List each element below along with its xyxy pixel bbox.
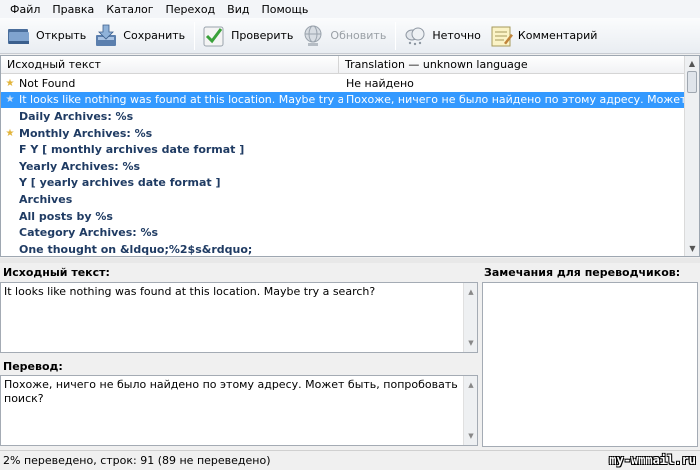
menu-view[interactable]: Вид xyxy=(221,3,255,16)
row-source-text: It looks like nothing was found at this … xyxy=(19,93,343,107)
scroll-thumb[interactable] xyxy=(687,71,697,93)
scroll-up-arrow[interactable]: ▲ xyxy=(685,56,699,71)
star-icon: ★ xyxy=(5,77,15,89)
list-row[interactable]: Yearly Archives: %s xyxy=(1,158,685,175)
row-source-text: F Y [ monthly archives date format ] xyxy=(19,143,245,157)
cloud-fuzzy-icon xyxy=(405,27,425,45)
row-source-text: One thought on &ldquo;%2$s&rdquo; xyxy=(19,242,253,256)
toolbar-separator xyxy=(395,21,397,50)
translation-text-box[interactable]: Похоже, ничего не было найдено по этому … xyxy=(0,375,478,446)
list-row[interactable]: Category Archives: %s xyxy=(1,224,685,241)
toolbar-separator xyxy=(194,21,196,50)
update-label: Обновить xyxy=(330,29,387,42)
row-translation-text: Похоже, ничего не было найдено по этому … xyxy=(346,93,685,107)
list-header: Исходный текст Translation — unknown lan… xyxy=(1,56,699,74)
translation-scrollbar[interactable]: ▲ ▼ xyxy=(463,376,477,445)
update-button[interactable]: Обновить xyxy=(298,20,391,52)
notes-text-box[interactable] xyxy=(482,282,698,447)
list-row[interactable]: F Y [ monthly archives date format ] xyxy=(1,141,685,158)
row-translation-text: Не найдено xyxy=(346,76,414,90)
row-source-text: Y [ yearly archives date format ] xyxy=(19,176,221,190)
row-source-text: Category Archives: %s xyxy=(19,226,159,240)
save-button[interactable]: Сохранить xyxy=(91,20,190,52)
validate-button[interactable]: Проверить xyxy=(199,20,298,52)
list-row[interactable]: Daily Archives: %s xyxy=(1,108,685,125)
menu-catalog[interactable]: Каталог xyxy=(100,3,159,16)
save-label: Сохранить xyxy=(123,29,186,42)
scroll-down-arrow[interactable]: ▼ xyxy=(685,241,699,256)
open-label: Открыть xyxy=(36,29,87,42)
list-rows: ★ Not Found Не найдено ★ It looks like nothi… xyxy=(1,75,685,256)
source-scrollbar[interactable]: ▲ ▼ xyxy=(463,283,477,352)
comment-label: Комментарий xyxy=(517,29,598,42)
list-row[interactable]: One thought on &ldquo;%2$s&rdquo; xyxy=(1,241,685,256)
validate-label: Проверить xyxy=(231,29,294,42)
source-text-label: Исходный текст: xyxy=(3,266,110,279)
open-button[interactable]: Открыть xyxy=(4,20,91,52)
row-source-text: Monthly Archives: %s xyxy=(19,126,153,140)
status-bar: 2% переведено, строк: 91 (89 не переведе… xyxy=(0,450,700,470)
list-row[interactable]: Archives xyxy=(1,191,685,208)
menu-bar: Файл Правка Каталог Переход Вид Помощь xyxy=(0,0,700,18)
fuzzy-button[interactable]: Неточно xyxy=(400,20,486,52)
pane-splitter[interactable] xyxy=(0,258,700,263)
menu-help[interactable]: Помощь xyxy=(255,3,314,16)
toolbar: Открыть Сохранить Проверить Обновить Нет… xyxy=(0,18,700,54)
list-scrollbar[interactable]: ▲ ▼ xyxy=(684,56,699,256)
translation-label: Перевод: xyxy=(3,360,63,373)
list-row[interactable]: ★ Monthly Archives: %s xyxy=(1,125,685,142)
list-row[interactable]: ★ It looks like nothing was found at this… xyxy=(1,91,685,109)
folder-open-icon xyxy=(8,28,29,44)
row-source-text: Not Found xyxy=(19,76,76,90)
list-row[interactable]: ★ Not Found Не найдено xyxy=(1,75,685,92)
menu-file[interactable]: Файл xyxy=(4,3,46,16)
translation-text: Похоже, ничего не было найдено по этому … xyxy=(4,378,458,405)
menu-edit[interactable]: Правка xyxy=(46,3,100,16)
source-text-box[interactable]: It looks like nothing was found at this … xyxy=(0,282,478,353)
row-source-text: All posts by %s xyxy=(19,209,113,223)
row-source-text: Daily Archives: %s xyxy=(19,109,134,123)
checkmark-icon xyxy=(203,26,224,46)
notes-label: Замечания для переводчиков: xyxy=(484,266,681,279)
watermark: my-wmmail.ru xyxy=(609,453,696,467)
globe-update-icon xyxy=(304,25,322,46)
list-row[interactable]: All posts by %s xyxy=(1,208,685,225)
row-source-text: Archives xyxy=(19,192,73,206)
star-icon: ★ xyxy=(5,94,15,106)
column-header-translation[interactable]: Translation — unknown language xyxy=(339,56,699,73)
column-header-source[interactable]: Исходный текст xyxy=(1,56,339,73)
notepad-comment-icon xyxy=(491,26,513,46)
star-icon: ★ xyxy=(5,127,15,139)
menu-go[interactable]: Переход xyxy=(160,3,222,16)
list-row[interactable]: Y [ yearly archives date format ] xyxy=(1,175,685,192)
source-text: It looks like nothing was found at this … xyxy=(4,285,376,298)
strings-list: Исходный текст Translation — unknown lan… xyxy=(0,55,700,257)
comment-button[interactable]: Комментарий xyxy=(486,20,603,52)
fuzzy-label: Неточно xyxy=(432,29,481,42)
row-source-text: Yearly Archives: %s xyxy=(19,159,141,173)
save-download-icon xyxy=(96,24,117,46)
